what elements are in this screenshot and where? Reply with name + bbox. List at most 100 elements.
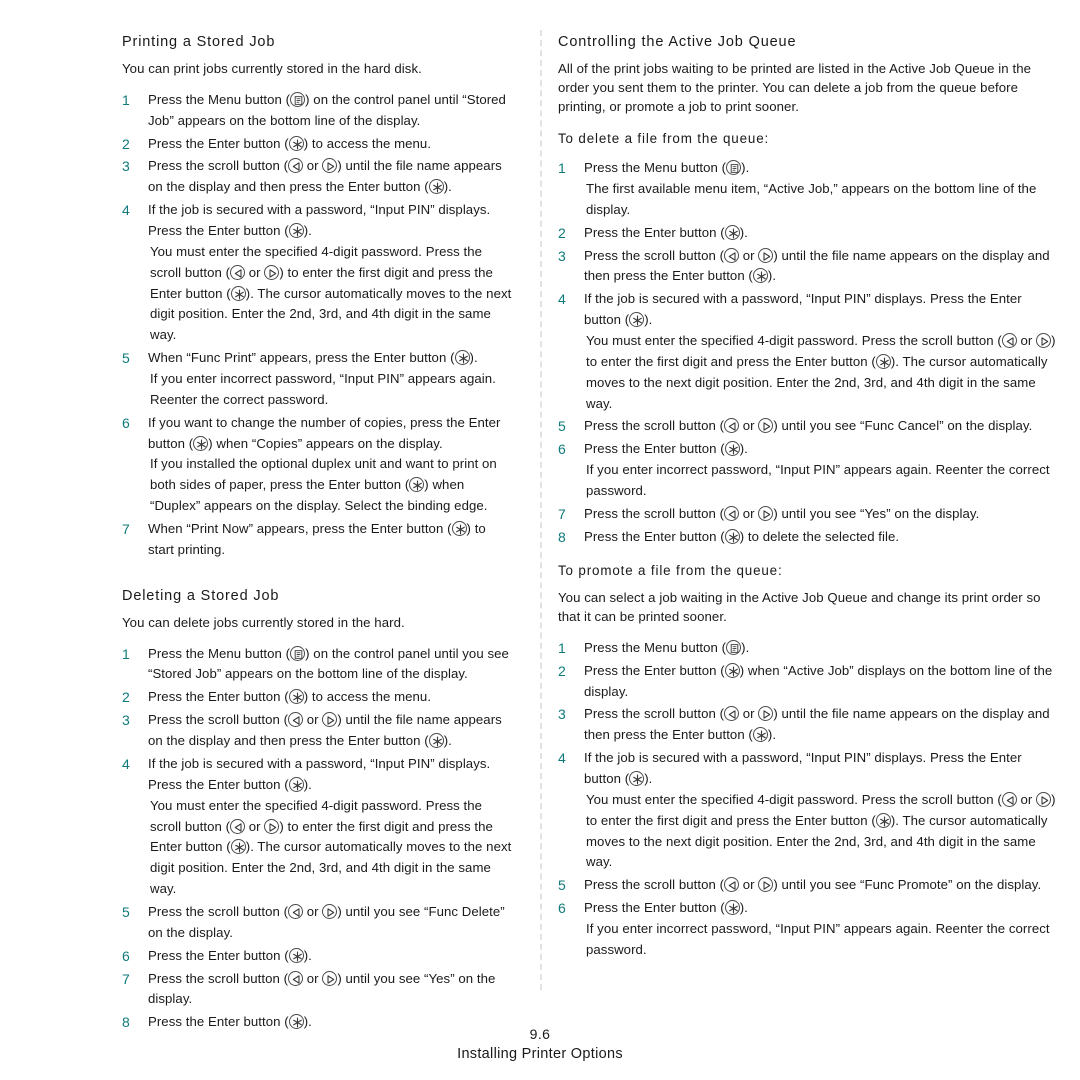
step-item: 4 If the job is secured with a password, … <box>558 748 1060 873</box>
enter-button-icon <box>752 268 768 284</box>
scroll-left-button-icon <box>288 903 304 919</box>
step-text: Press the Menu button () on the control … <box>148 91 506 128</box>
enter-button-icon <box>875 353 891 369</box>
section-intro: You can select a job waiting in the Acti… <box>558 590 1041 625</box>
step-item: 6 If you want to change the number of cop… <box>122 413 512 517</box>
scroll-left-button-icon <box>724 706 740 722</box>
step-item: 3 Press the scroll button ( or ) until th… <box>122 710 512 752</box>
step-item: 1 Press the Menu button (). The first avai… <box>558 158 1060 221</box>
section-intro: You can print jobs currently stored in t… <box>122 61 422 77</box>
step-text: Press the scroll button ( or ) until the… <box>148 158 502 195</box>
section-heading: Printing a Stored Job <box>122 34 276 50</box>
step-list: 1 Press the Menu button (). 2 Press the Ent… <box>558 638 1060 961</box>
step-text: Press the Enter button () to access the … <box>148 689 432 705</box>
scroll-left-button-icon <box>288 712 304 728</box>
enter-button-icon <box>724 224 740 240</box>
scroll-left-button-icon <box>230 818 246 834</box>
enter-button-icon <box>875 812 891 828</box>
step-item: 4 If the job is secured with a password, … <box>558 289 1060 414</box>
step-number: 5 <box>122 903 130 920</box>
step-note: You must enter the specified 4-digit pas… <box>586 791 1056 870</box>
enter-button-icon <box>230 839 246 855</box>
step-list: 1 Press the Menu button (). The first avai… <box>558 158 1060 547</box>
step-text: If the job is secured with a password, “… <box>584 291 1022 328</box>
step-note: You must enter the specified 4-digit pas… <box>150 243 512 343</box>
step-number: 1 <box>122 645 130 662</box>
step-note: If you enter incorrect password, “Input … <box>586 920 1050 957</box>
step-number: 8 <box>558 528 566 545</box>
step-item: 2 Press the Enter button () to access the… <box>122 134 512 155</box>
scroll-right-button-icon <box>322 970 338 986</box>
step-number: 7 <box>558 505 566 522</box>
step-text: Press the Enter button () when “Active J… <box>584 662 1053 699</box>
enter-button-icon <box>288 947 304 963</box>
step-item: 3 Press the scroll button ( or ) until th… <box>558 246 1060 288</box>
step-number: 4 <box>558 750 566 767</box>
step-number: 2 <box>558 662 566 679</box>
step-item: 6 Press the Enter button (). <box>122 946 512 967</box>
scroll-right-button-icon <box>758 505 774 521</box>
step-number: 2 <box>558 224 566 241</box>
step-item: 5 Press the scroll button ( or ) until yo… <box>122 902 512 944</box>
step-text: If the job is secured with a password, “… <box>584 750 1022 786</box>
scroll-right-button-icon <box>758 877 774 893</box>
step-text: If the job is secured with a password, “… <box>148 202 491 239</box>
step-item: 6 Press the Enter button (). If you enter … <box>558 439 1060 502</box>
step-note: You must enter the specified 4-digit pas… <box>150 797 512 897</box>
step-item: 1 Press the Menu button () on the control… <box>122 90 512 132</box>
enter-button-icon <box>230 285 246 301</box>
step-number: 5 <box>122 350 130 367</box>
two-column-body: Printing a Stored Job You can print jobs … <box>0 0 1080 1030</box>
enter-button-icon <box>288 689 304 705</box>
step-text: Press the Enter button (). <box>584 224 748 240</box>
step-text: When “Print Now” appears, press the Ente… <box>148 521 486 557</box>
step-number: 4 <box>122 755 130 772</box>
step-item: 2 Press the Enter button () to access the… <box>122 687 512 708</box>
step-item: 3 Press the scroll button ( or ) until th… <box>122 156 512 198</box>
scroll-right-button-icon <box>322 903 338 919</box>
step-text: When “Func Print” appears, press the Ent… <box>148 350 478 366</box>
step-number: 5 <box>558 877 566 894</box>
enter-button-icon <box>451 521 467 537</box>
step-number: 1 <box>558 160 566 177</box>
enter-button-icon <box>752 727 768 743</box>
enter-button-icon <box>428 179 444 195</box>
left-column: Printing a Stored Job You can print jobs … <box>0 0 540 1030</box>
step-text: If you want to change the number of copi… <box>148 414 501 451</box>
step-note: If you enter incorrect password, “Input … <box>586 462 1050 498</box>
scroll-right-button-icon <box>264 264 280 280</box>
scroll-right-button-icon <box>1036 332 1052 348</box>
step-number: 6 <box>122 414 130 431</box>
enter-button-icon <box>288 223 304 239</box>
step-text: Press the scroll button ( or ) until you… <box>584 505 980 521</box>
step-number: 7 <box>122 521 130 538</box>
step-number: 1 <box>122 91 130 108</box>
step-number: 4 <box>122 202 130 219</box>
step-note: If you enter incorrect password, “Input … <box>150 371 496 407</box>
step-text: Press the scroll button ( or ) until you… <box>148 970 496 1007</box>
enter-button-icon <box>428 733 444 749</box>
step-text: Press the scroll button ( or ) until you… <box>148 903 505 940</box>
step-item: 8 Press the Enter button () to delete the… <box>558 527 1060 548</box>
right-column: Controlling the Active Job Queue All of t… <box>540 0 1080 1012</box>
section-heading: Deleting a Stored Job <box>122 587 280 604</box>
step-item: 2 Press the Enter button (). <box>558 223 1060 244</box>
step-number: 1 <box>558 639 566 656</box>
scroll-right-button-icon <box>758 418 774 434</box>
step-item: 6 Press the Enter button (). If you enter … <box>558 898 1060 961</box>
section-subheading: To delete a file from the queue: <box>558 131 770 147</box>
step-list: 1 Press the Menu button () on the control… <box>122 90 512 561</box>
section-intro: You can delete jobs currently stored in … <box>122 614 405 630</box>
scroll-left-button-icon <box>724 505 740 521</box>
step-text: Press the Menu button (). <box>584 639 750 655</box>
scroll-right-button-icon <box>322 712 338 728</box>
enter-button-icon <box>724 441 740 457</box>
enter-button-icon <box>724 528 740 544</box>
enter-button-icon <box>629 312 645 328</box>
scroll-right-button-icon <box>322 158 338 174</box>
enter-button-icon <box>724 900 740 916</box>
step-number: 3 <box>558 706 566 723</box>
step-item: 4 If the job is secured with a password, … <box>122 200 512 346</box>
scroll-left-button-icon <box>724 877 740 893</box>
step-text: Press the Enter button (). <box>584 900 748 916</box>
